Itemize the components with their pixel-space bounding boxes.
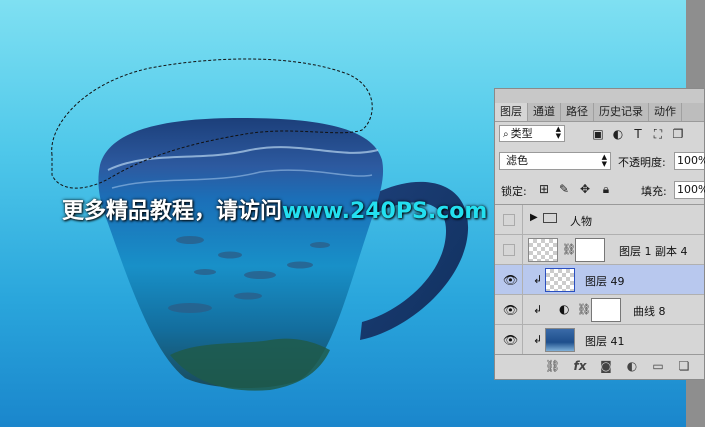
- tab-paths[interactable]: 路径: [561, 103, 594, 121]
- lock-row: 锁定: ⊞ ✎ ✥ 🔒︎ 填充: 100%: [495, 180, 705, 200]
- lock-all-icon[interactable]: 🔒︎: [599, 182, 613, 196]
- type-filter-icon[interactable]: T: [631, 127, 645, 141]
- layer-thumbnail: [528, 238, 558, 262]
- layers-panel: 图层 通道 路径 历史记录 动作 ⌕ 类型 ▲ ▼ ▣ ◐ T ⛶ ❐ 滤色 ▲ ▼ …: [494, 88, 705, 380]
- panel-tabs: 图层 通道 路径 历史记录 动作: [495, 103, 704, 122]
- layer-name: 图层 49: [585, 275, 625, 288]
- lock-position-icon[interactable]: ✥: [578, 182, 592, 196]
- layer-row-group[interactable]: ▶ 人物: [495, 205, 704, 235]
- blend-mode-select[interactable]: 滤色 ▲ ▼: [499, 152, 611, 170]
- panel-footer: ⛓ fx ◙ ◐ ▭ ❏: [495, 354, 704, 379]
- link-icon[interactable]: ⛓: [562, 243, 576, 256]
- select-arrows-icon: ▲ ▼: [601, 153, 607, 168]
- tab-layers[interactable]: 图层: [495, 103, 528, 121]
- layer-name: 曲线 8: [633, 305, 666, 318]
- clip-arrow-icon: ↲: [533, 303, 543, 316]
- eye-icon[interactable]: 👁︎: [503, 304, 518, 316]
- smart-object-filter-icon[interactable]: ❐: [671, 127, 685, 141]
- filter-row: ⌕ 类型 ▲ ▼ ▣ ◐ T ⛶ ❐: [495, 122, 704, 146]
- watermark: 更多精品教程，请访问www.240PS.com: [62, 193, 487, 225]
- filter-kind-select[interactable]: ⌕ 类型 ▲ ▼: [499, 125, 565, 142]
- panel-grip[interactable]: [495, 89, 704, 103]
- layer-name: 人物: [570, 215, 592, 228]
- opacity-label: 不透明度:: [618, 156, 666, 169]
- layer-thumbnail: [545, 268, 575, 292]
- blend-mode-value: 滤色: [506, 154, 528, 167]
- lock-transparent-icon[interactable]: ⊞: [537, 182, 551, 196]
- lock-image-icon[interactable]: ✎: [557, 182, 571, 196]
- layer-thumbnail: [545, 328, 575, 352]
- lock-label: 锁定:: [501, 185, 527, 198]
- watermark-url: www.240PS.com: [282, 199, 488, 224]
- layer-name: 图层 41: [585, 335, 625, 348]
- filter-kind-label: 类型: [510, 127, 533, 140]
- mask-thumbnail[interactable]: [591, 298, 621, 322]
- layer-row[interactable]: 👁︎ ↲ 图层 41: [495, 325, 704, 355]
- fill-label: 填充:: [641, 185, 667, 198]
- layer-row[interactable]: 👁︎ ↲ ◐ ⛓ 曲线 8: [495, 295, 704, 325]
- tab-channels[interactable]: 通道: [528, 103, 561, 121]
- expand-arrow-icon[interactable]: ▶: [530, 212, 538, 223]
- clip-arrow-icon: ↲: [533, 333, 543, 346]
- select-arrows-icon: ▲ ▼: [555, 125, 561, 140]
- eye-icon[interactable]: 👁︎: [503, 274, 518, 286]
- pixel-filter-icon[interactable]: ▣: [591, 127, 605, 141]
- layer-row-selected[interactable]: 👁︎ ↲ 图层 49: [495, 265, 704, 295]
- layer-name: 图层 1 副本 4: [619, 245, 688, 258]
- clip-arrow-icon: ↲: [533, 273, 543, 286]
- link-icon[interactable]: ⛓: [577, 303, 591, 316]
- shape-filter-icon[interactable]: ⛶: [651, 127, 665, 141]
- adjustment-icon[interactable]: ◐: [625, 359, 639, 373]
- tab-actions[interactable]: 动作: [649, 103, 682, 121]
- curves-adjustment-icon: ◐: [559, 302, 570, 316]
- layers-list: ▶ 人物 ⛓ 图层 1 副本 4 👁︎ ↲ 图层 49 👁︎ ↲ ◐ ⛓ 曲线: [495, 204, 704, 355]
- link-icon[interactable]: ⛓: [545, 359, 560, 373]
- opacity-input[interactable]: 100%: [674, 152, 705, 170]
- new-layer-icon[interactable]: ❏: [677, 359, 691, 373]
- folder-icon: [543, 213, 557, 223]
- visibility-toggle[interactable]: [503, 244, 515, 256]
- watermark-text: 更多精品教程，请访问: [62, 199, 283, 224]
- mask-icon[interactable]: ◙: [599, 359, 613, 373]
- folder-icon[interactable]: ▭: [651, 359, 665, 373]
- eye-icon[interactable]: 👁︎: [503, 334, 518, 346]
- layer-row[interactable]: ⛓ 图层 1 副本 4: [495, 235, 704, 265]
- search-icon: ⌕: [503, 129, 509, 140]
- visibility-toggle[interactable]: [503, 214, 515, 226]
- tab-history[interactable]: 历史记录: [594, 103, 649, 121]
- mask-thumbnail[interactable]: [575, 238, 605, 262]
- fill-input[interactable]: 100%: [674, 181, 705, 199]
- fx-icon[interactable]: fx: [573, 359, 587, 373]
- adjustment-filter-icon[interactable]: ◐: [611, 127, 625, 141]
- blend-row: 滤色 ▲▼ 不透明度: 100%: [495, 152, 705, 172]
